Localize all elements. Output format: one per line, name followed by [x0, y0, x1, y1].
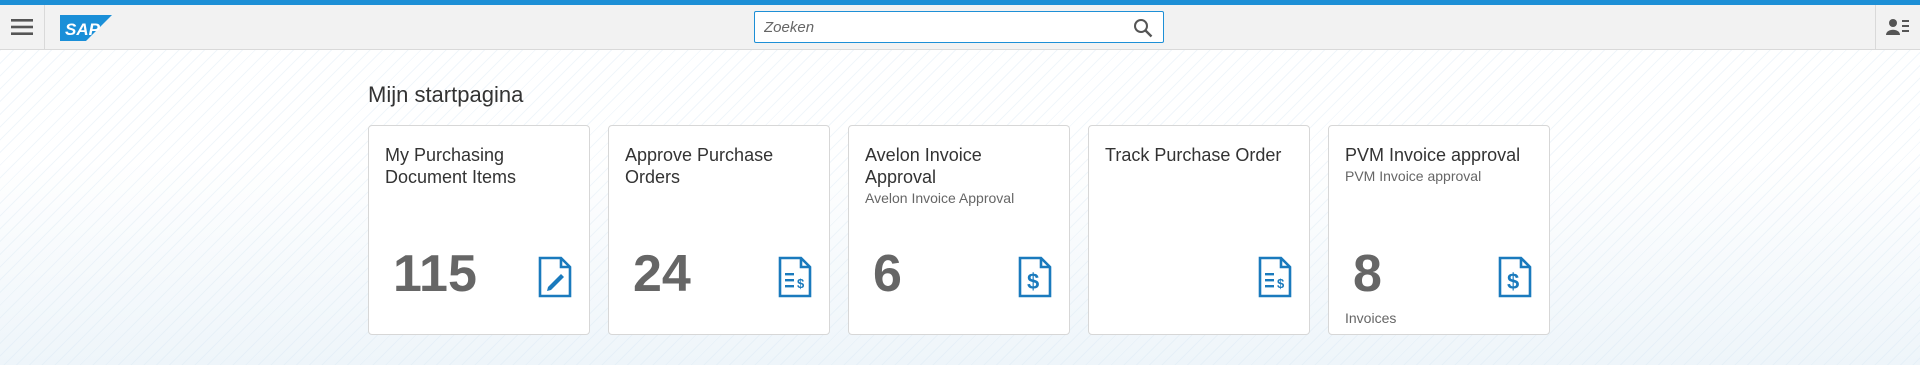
tile-track-purchase-order[interactable]: Track Purchase Order $ — [1088, 125, 1310, 335]
tile-title: Avelon Invoice Approval — [865, 145, 982, 187]
document-dollar-icon: $ — [778, 256, 812, 298]
page-title: Mijn startpagina — [368, 82, 524, 107]
svg-text:$: $ — [797, 276, 805, 291]
shell-bar: SAP — [0, 5, 1920, 50]
tile-kpi-number: 24 — [633, 245, 691, 303]
invoice-dollar-icon: $ — [1018, 256, 1052, 298]
search-field[interactable] — [754, 11, 1164, 43]
invoice-dollar-icon: $ — [1498, 256, 1532, 298]
tile-my-purchasing-document-items[interactable]: My Purchasing Document Items 115 — [368, 125, 590, 335]
menu-button[interactable] — [0, 5, 45, 49]
tile-title: Approve Purchase Orders — [625, 145, 774, 187]
tile-kpi-number: 8 — [1353, 245, 1382, 303]
tile-avelon-invoice-approval[interactable]: Avelon Invoice Approval Avelon Invoice A… — [848, 125, 1070, 335]
document-dollar-icon: $ — [1258, 256, 1292, 298]
tile-kpi-number: 115 — [393, 245, 477, 303]
hamburger-icon — [11, 19, 33, 35]
svg-text:$: $ — [1277, 276, 1285, 291]
sap-logo[interactable]: SAP — [60, 15, 112, 41]
sap-logo-icon: SAP — [60, 15, 112, 41]
search-icon[interactable] — [1133, 18, 1153, 38]
tile-title: PVM Invoice approval — [1345, 145, 1521, 165]
user-menu-button[interactable] — [1875, 5, 1920, 49]
svg-text:$: $ — [1027, 269, 1039, 294]
tile-kpi-number: 6 — [873, 245, 902, 303]
tile-subtitle: PVM Invoice approval — [1345, 168, 1482, 184]
tile-kpi-unit: Invoices — [1345, 310, 1397, 326]
tile-approve-purchase-orders[interactable]: Approve Purchase Orders 24 $ — [608, 125, 830, 335]
svg-text:SAP: SAP — [65, 20, 101, 39]
user-menu-icon — [1886, 19, 1909, 35]
tile-title: Track Purchase Order — [1105, 145, 1282, 165]
tile-title: My Purchasing Document Items — [385, 145, 517, 187]
tile-subtitle: Avelon Invoice Approval — [865, 190, 1015, 206]
svg-text:$: $ — [1507, 269, 1519, 294]
edit-document-icon — [538, 256, 572, 298]
search-input[interactable] — [755, 12, 1124, 42]
home-content: Mijn startpagina My Purchasing Document … — [0, 50, 1920, 365]
tile-pvm-invoice-approval[interactable]: PVM Invoice approval PVM Invoice approva… — [1328, 125, 1550, 335]
